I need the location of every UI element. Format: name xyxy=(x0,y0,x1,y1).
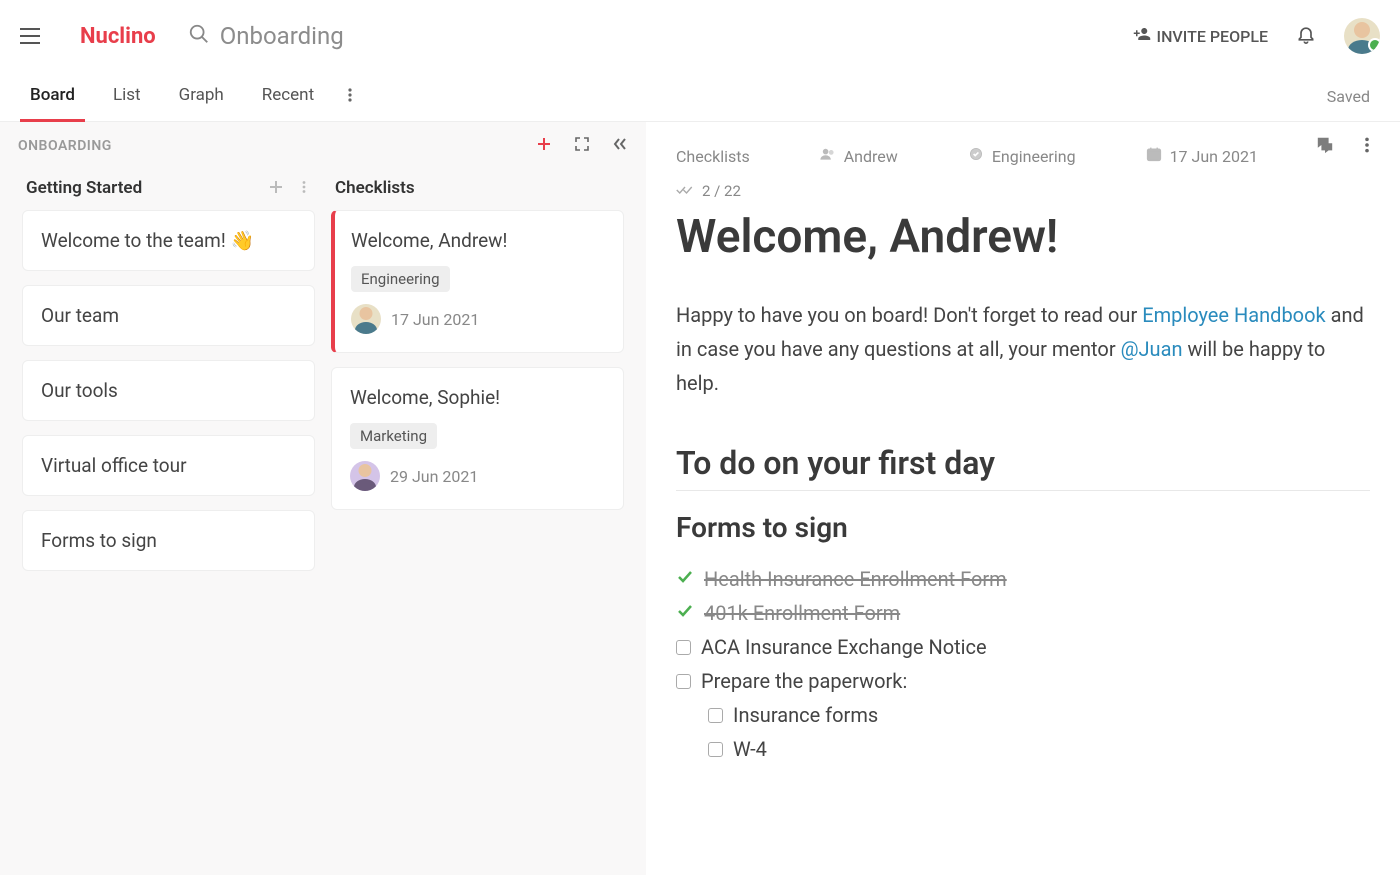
board-card[interactable]: Our team xyxy=(22,285,315,346)
board-column: ChecklistsWelcome, Andrew!Engineering17 … xyxy=(323,170,632,875)
more-icon[interactable] xyxy=(342,87,358,107)
checklist-item[interactable]: ACA Insurance Exchange Notice xyxy=(676,630,1370,664)
board-card[interactable]: Virtual office tour xyxy=(22,435,315,496)
column-title: Getting Started xyxy=(26,178,142,198)
checklist: Health Insurance Enrollment Form401k Enr… xyxy=(676,562,1370,766)
board-panel: ONBOARDING Getting Started Welcome to the… xyxy=(0,122,646,875)
comments-icon[interactable] xyxy=(1316,136,1334,158)
card-date: 29 Jun 2021 xyxy=(390,467,478,486)
search-text: Onboarding xyxy=(220,22,344,50)
category-field[interactable]: Engineering xyxy=(968,146,1076,166)
task-progress: 2 / 22 xyxy=(676,182,1370,200)
collapse-icon[interactable] xyxy=(612,136,628,156)
date-field[interactable]: 17 Jun 2021 xyxy=(1146,146,1258,166)
tab-recent[interactable]: Recent xyxy=(252,71,324,122)
column-more-icon[interactable] xyxy=(297,179,311,198)
checkbox-icon[interactable] xyxy=(708,742,723,757)
add-card-icon[interactable] xyxy=(269,179,283,198)
menu-icon[interactable] xyxy=(20,24,44,48)
people-icon xyxy=(820,146,836,166)
board-card[interactable]: Welcome, Sophie!Marketing29 Jun 2021 xyxy=(331,367,624,510)
card-tag: Engineering xyxy=(351,266,450,292)
tag-icon xyxy=(968,146,984,166)
board-card[interactable]: Forms to sign xyxy=(22,510,315,571)
view-tabs: Board List Graph Recent Saved xyxy=(0,72,1400,122)
checklist-icon xyxy=(676,182,694,200)
column-title: Checklists xyxy=(335,178,415,198)
board-column: Getting Started Welcome to the team! 👋 Our… xyxy=(14,170,323,875)
search-box[interactable]: Onboarding xyxy=(188,22,344,50)
brand-name: Nuclino xyxy=(80,24,156,49)
checklist-item[interactable]: 401k Enrollment Form xyxy=(676,596,1370,630)
app-header: Nuclino Onboarding INVITE PEOPLE xyxy=(0,0,1400,72)
search-icon xyxy=(188,23,210,49)
breadcrumb[interactable]: Checklists xyxy=(676,147,750,166)
checklist-item[interactable]: Insurance forms xyxy=(676,698,1370,732)
checkbox-icon[interactable] xyxy=(676,674,691,689)
board-card[interactable]: Welcome, Andrew!Engineering17 Jun 2021 xyxy=(331,210,624,353)
card-avatar xyxy=(351,304,381,334)
card-avatar xyxy=(350,461,380,491)
subsection-heading[interactable]: Forms to sign xyxy=(676,511,1370,544)
board-title: ONBOARDING xyxy=(18,138,112,154)
checkbox-icon[interactable] xyxy=(708,708,723,723)
checklist-item[interactable]: W-4 xyxy=(676,732,1370,766)
user-avatar[interactable] xyxy=(1344,18,1380,54)
handbook-link[interactable]: Employee Handbook xyxy=(1142,303,1325,327)
checklist-item[interactable]: Health Insurance Enrollment Form xyxy=(676,562,1370,596)
checklist-item[interactable]: Prepare the paperwork: xyxy=(676,664,1370,698)
expand-icon[interactable] xyxy=(574,136,590,156)
card-tag: Marketing xyxy=(350,423,437,449)
document-panel: Checklists Andrew Engineering 17 Jun 202… xyxy=(646,122,1400,875)
doc-intro[interactable]: Happy to have you on board! Don't forget… xyxy=(676,298,1370,400)
calendar-icon xyxy=(1146,146,1162,166)
notifications-icon[interactable] xyxy=(1296,23,1316,49)
brand-logo[interactable]: Nuclino xyxy=(72,24,156,49)
card-date: 17 Jun 2021 xyxy=(391,310,479,329)
board-card[interactable]: Our tools xyxy=(22,360,315,421)
more-icon[interactable] xyxy=(1358,136,1376,158)
invite-people-button[interactable]: INVITE PEOPLE xyxy=(1133,25,1268,47)
check-icon xyxy=(676,601,694,625)
add-person-icon xyxy=(1133,25,1151,47)
page-title[interactable]: Welcome, Andrew! xyxy=(676,210,1370,264)
tab-list[interactable]: List xyxy=(103,71,151,122)
check-icon xyxy=(676,567,694,591)
tab-graph[interactable]: Graph xyxy=(169,71,234,122)
section-heading[interactable]: To do on your first day xyxy=(676,444,1370,491)
add-icon[interactable] xyxy=(536,136,552,156)
mentor-mention[interactable]: @Juan xyxy=(1121,337,1183,361)
save-status: Saved xyxy=(1327,87,1380,106)
board-card[interactable]: Welcome to the team! 👋 xyxy=(22,210,315,271)
checkbox-icon[interactable] xyxy=(676,640,691,655)
assignee-field[interactable]: Andrew xyxy=(820,146,898,166)
tab-board[interactable]: Board xyxy=(20,71,85,122)
